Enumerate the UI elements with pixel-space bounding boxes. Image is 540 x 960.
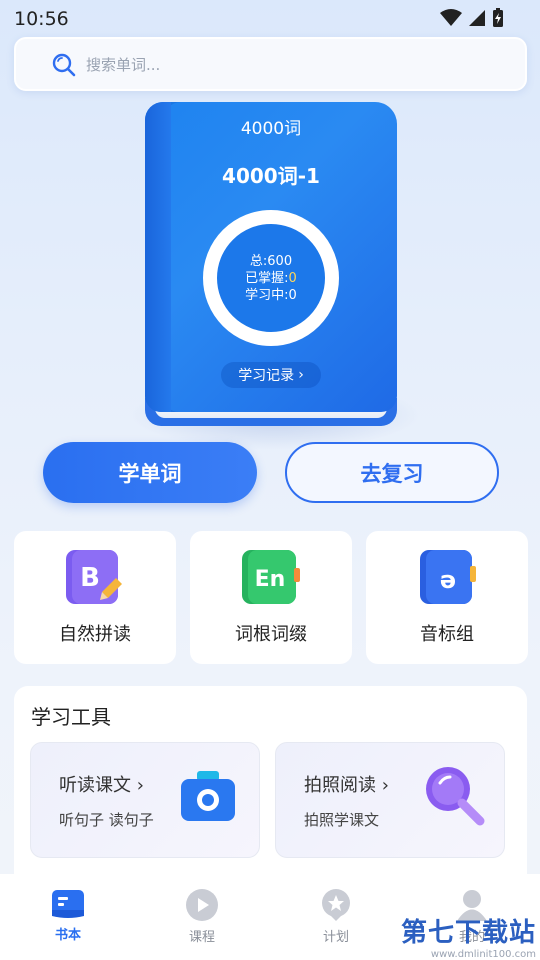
- mastered-value: 0: [288, 270, 297, 286]
- total-count: 总:600: [249, 253, 293, 269]
- en-root-icon: En: [240, 548, 302, 608]
- mastered-count: 已掌握:0: [245, 270, 297, 287]
- watermark: 第七下载站 www.dmlinit100.com: [401, 912, 536, 960]
- review-button[interactable]: 去复习: [285, 442, 499, 503]
- plan-icon: [322, 889, 350, 921]
- feature-card-phonics[interactable]: B 自然拼读: [14, 531, 176, 664]
- search-input[interactable]: [86, 51, 486, 79]
- feature-card-phonetics[interactable]: ə 音标组: [366, 531, 528, 664]
- watermark-url: www.dmlinit100.com: [430, 949, 536, 960]
- wifi-icon: [440, 9, 462, 26]
- mastered-label: 已掌握:: [245, 270, 289, 286]
- book-subtitle: 4000词-1: [222, 164, 320, 188]
- tool-card-listen-read[interactable]: 听读课文 › 听句子 读句子: [30, 742, 260, 858]
- search-bar[interactable]: [14, 37, 527, 91]
- nav-item-book[interactable]: 书本: [28, 888, 108, 943]
- chevron-right-icon: ›: [298, 367, 304, 383]
- status-icons: [440, 8, 504, 28]
- progress-ring: 总:600 已掌握:0 学习中:0: [203, 210, 339, 346]
- tool-desc: 拍照学课文: [304, 811, 380, 829]
- tool-desc: 听句子 读句子: [59, 811, 154, 829]
- status-bar: 10:56: [0, 0, 540, 36]
- magnifier-icon: [426, 767, 485, 826]
- phonetic-symbol-icon: ə: [416, 548, 478, 608]
- nav-label: 书本: [54, 928, 81, 943]
- book-title: 4000词: [240, 119, 302, 139]
- feature-card-roots[interactable]: En 词根词缀: [190, 531, 352, 664]
- nav-label: 计划: [322, 930, 349, 945]
- feature-label: 自然拼读: [59, 624, 131, 645]
- nav-label: 课程: [188, 930, 215, 945]
- study-record-button[interactable]: 学习记录 ›: [221, 362, 321, 388]
- nav-item-course[interactable]: 课程: [162, 888, 242, 945]
- book-spine: [145, 102, 171, 412]
- play-icon: [186, 889, 218, 921]
- tool-title: 听读课文 ›: [59, 775, 144, 796]
- nav-item-plan[interactable]: 计划: [296, 888, 376, 945]
- camera-icon: [181, 771, 235, 821]
- book-icon: [52, 890, 84, 918]
- learning-count: 学习中:0: [245, 287, 297, 303]
- study-record-label: 学习记录: [238, 368, 295, 384]
- feature-label: 词根词缀: [235, 624, 307, 645]
- learn-words-button[interactable]: 学单词: [43, 442, 257, 503]
- svg-text:En: En: [255, 567, 286, 592]
- svg-text:B: B: [80, 563, 100, 593]
- search-icon: [52, 53, 76, 77]
- wordbook-card[interactable]: 4000词 4000词-1 总:600 已掌握:0 学习中:0 学习记录 ›: [145, 102, 397, 427]
- battery-icon: [493, 8, 503, 27]
- watermark-brand: 第七下载站: [400, 918, 536, 948]
- feature-label: 音标组: [420, 624, 474, 645]
- tool-title: 拍照阅读 ›: [304, 775, 389, 796]
- tool-card-photo-read[interactable]: 拍照阅读 › 拍照学课文: [275, 742, 505, 858]
- signal-icon: [469, 10, 485, 26]
- section-title: 学习工具: [31, 705, 111, 729]
- learning-tools-section: 学习工具 听读课文 › 听句子 读句子 拍照阅读 › 拍照学课文: [14, 686, 527, 886]
- phonics-b-icon: B: [64, 548, 126, 608]
- svg-text:ə: ə: [440, 566, 456, 594]
- status-time: 10:56: [14, 8, 69, 30]
